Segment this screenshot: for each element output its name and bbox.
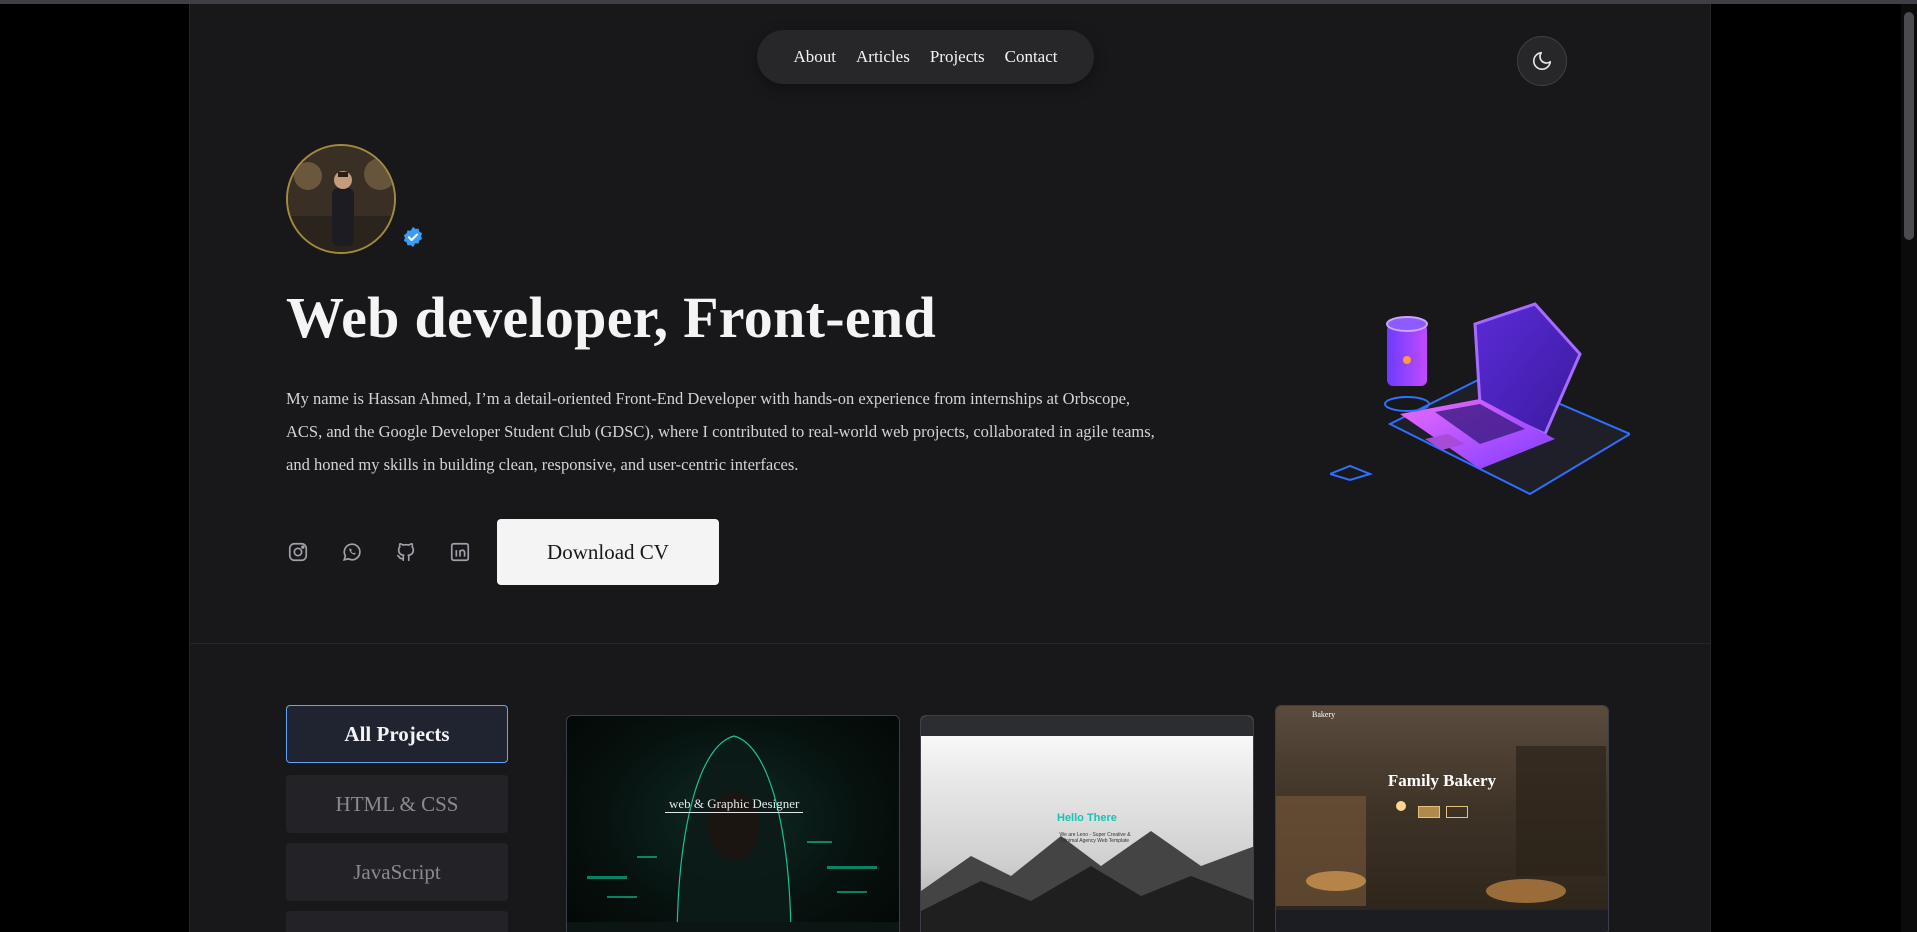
filter-javascript[interactable]: JavaScript	[286, 843, 508, 901]
avatar-photo	[288, 146, 394, 252]
project-buttons	[1418, 806, 1468, 818]
laptop-illustration	[1330, 302, 1630, 496]
mountains-image	[921, 831, 1253, 932]
project-card[interactable]: web & Graphic Designer	[566, 715, 900, 932]
nav-contact[interactable]: Contact	[1005, 47, 1058, 67]
filter-more[interactable]	[286, 911, 508, 932]
project-card[interactable]: Hello There We are Leno - Super Creative…	[920, 715, 1254, 932]
whatsapp-icon[interactable]	[340, 540, 364, 564]
hero-description: My name is Hassan Ahmed, I’m a detail-or…	[286, 389, 1155, 474]
moon-icon	[1532, 51, 1552, 71]
nav-projects[interactable]: Projects	[930, 47, 985, 67]
filter-all-projects[interactable]: All Projects	[286, 705, 508, 763]
github-icon[interactable]	[394, 540, 418, 564]
nav-articles[interactable]: Articles	[856, 47, 910, 67]
project-footer	[1276, 910, 1608, 932]
scrollbar[interactable]	[1901, 4, 1917, 932]
hooded-figure-image	[587, 735, 877, 932]
section-divider	[190, 643, 1710, 644]
project-title: Hello There	[1057, 812, 1117, 824]
scrollbar-thumb[interactable]	[1904, 12, 1914, 240]
project-menu-bar	[567, 922, 899, 932]
project-thumbnail: Bakery Family Bakery	[1276, 706, 1608, 932]
project-thumbnail: Hello There We are Leno - Super Creative…	[921, 716, 1253, 932]
page-title: Web developer, Front-end	[286, 285, 937, 350]
instagram-icon[interactable]	[286, 540, 310, 564]
verified-badge-icon	[403, 226, 423, 248]
project-logo: Bakery	[1312, 710, 1336, 719]
page-container: About Articles Projects Contact Web deve…	[189, 4, 1711, 932]
filter-html-css[interactable]: HTML & CSS	[286, 775, 508, 833]
project-card[interactable]: Bakery Family Bakery	[1275, 705, 1609, 932]
download-cv-button[interactable]: Download CV	[497, 519, 719, 585]
social-links	[286, 540, 472, 564]
main-nav: About Articles Projects Contact	[757, 30, 1094, 84]
project-subtitle: We are Leno - Super Creative & Minimal A…	[1059, 832, 1131, 844]
project-title: Family Bakery	[1387, 771, 1497, 790]
avatar	[286, 144, 396, 254]
project-thumbnail: web & Graphic Designer	[567, 716, 899, 932]
bakery-image	[1276, 746, 1606, 906]
theme-toggle-button[interactable]	[1517, 36, 1567, 86]
linkedin-icon[interactable]	[448, 540, 472, 564]
project-title: web & Graphic Designer	[665, 796, 804, 813]
nav-about[interactable]: About	[794, 47, 837, 67]
